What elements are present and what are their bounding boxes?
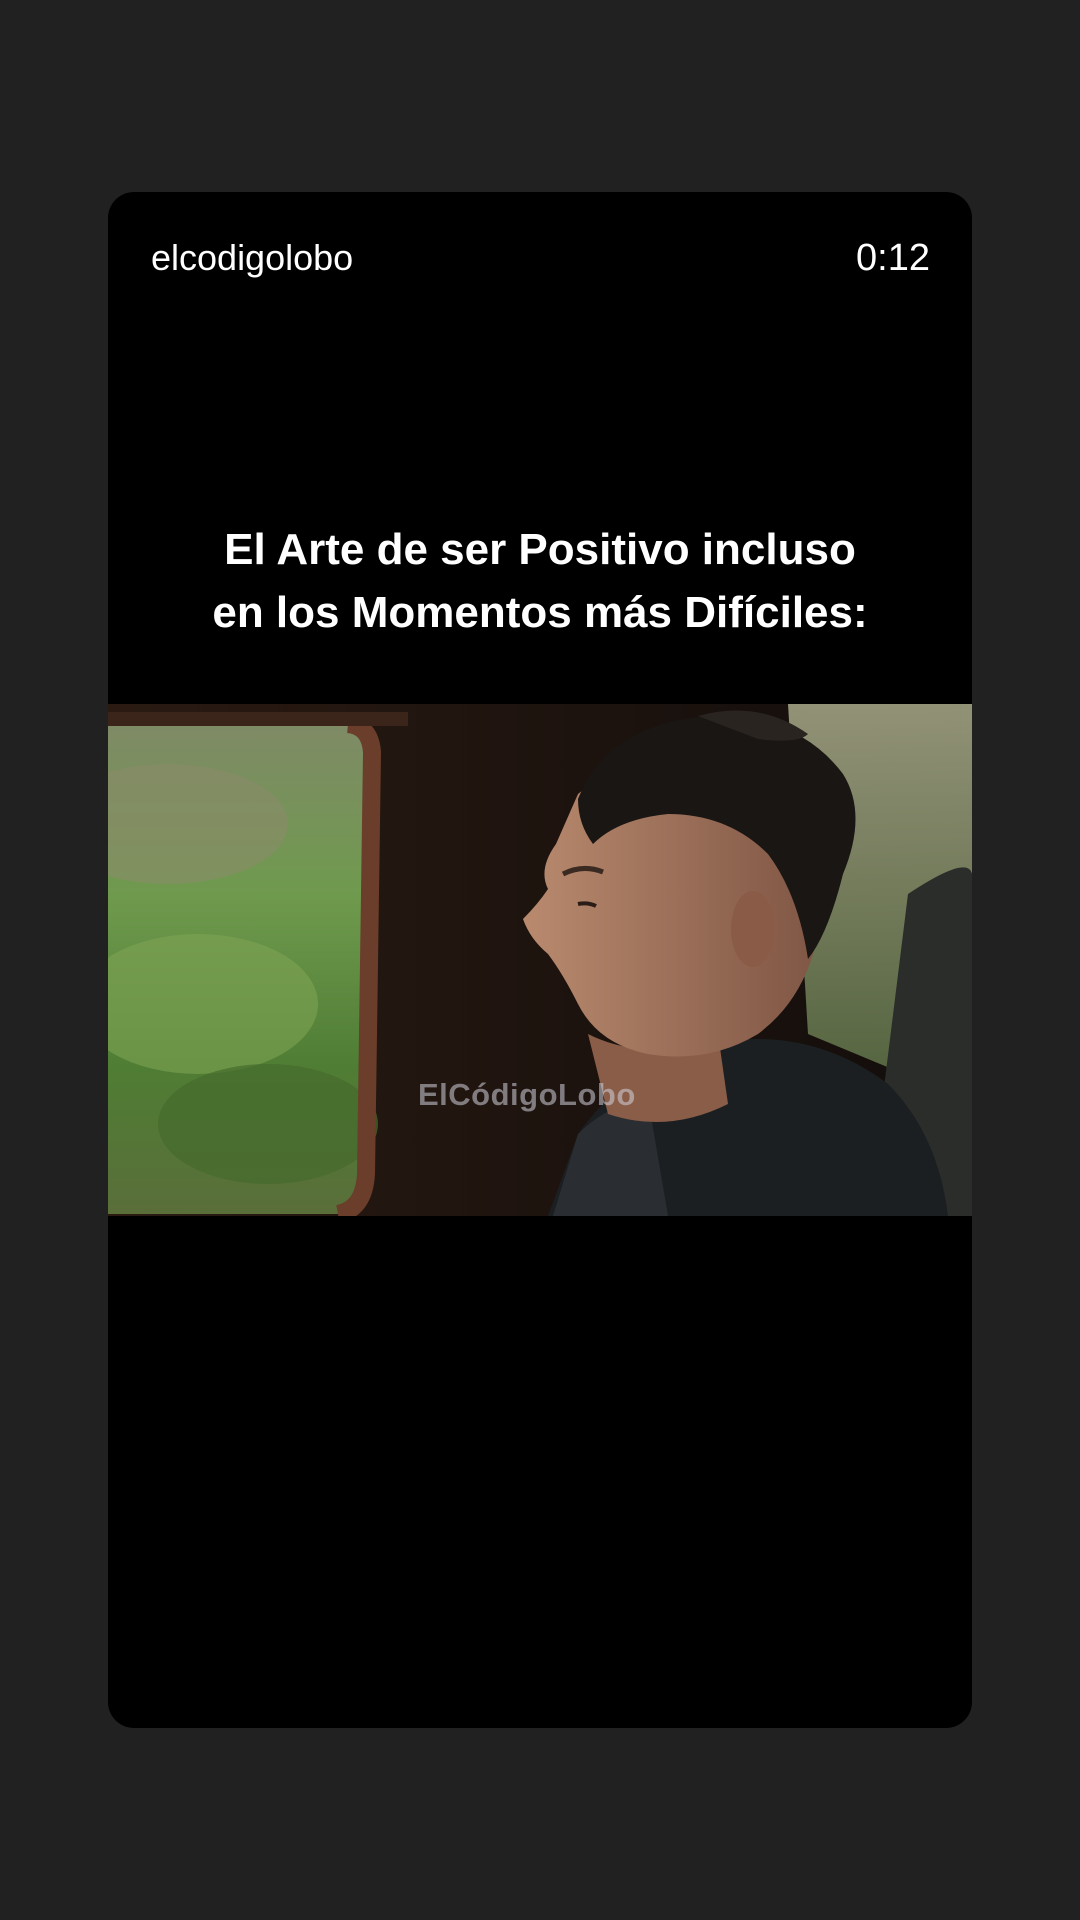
caption-title: El Arte de ser Positivo incluso en los M… [138,518,942,644]
video-frame[interactable]: ElCódigoLobo [108,704,972,1216]
story-header: elcodigolobo 0:12 [108,192,972,332]
video-still-image [108,704,972,1216]
video-watermark: ElCódigoLobo [418,1077,636,1112]
story-card[interactable]: elcodigolobo 0:12 El Arte de ser Positiv… [108,192,972,1728]
caption-line-2: en los Momentos más Difíciles: [212,588,868,637]
username[interactable]: elcodigolobo [151,236,353,280]
caption-line-1: El Arte de ser Positivo incluso [224,525,856,574]
video-timestamp: 0:12 [856,237,930,279]
